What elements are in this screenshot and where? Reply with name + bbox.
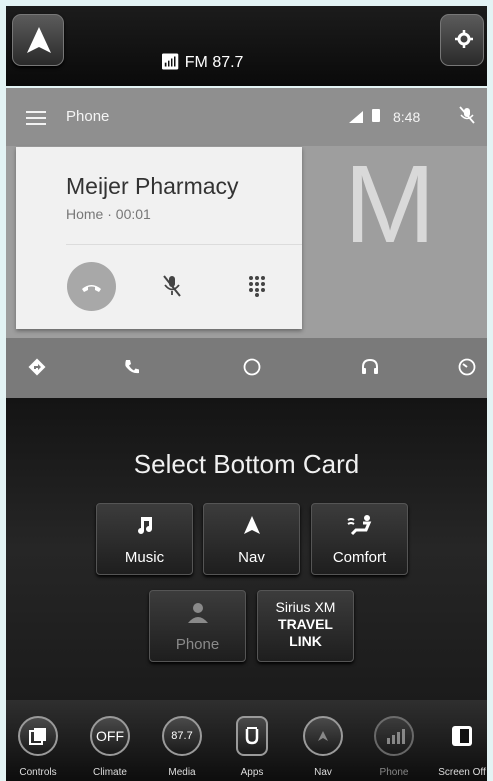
- hang-up-button[interactable]: [67, 262, 116, 311]
- sirius-xm-travel-link-button[interactable]: Sirius XM TRAVEL LINK: [257, 590, 354, 662]
- apps-dock-button[interactable]: Apps: [222, 712, 282, 781]
- apps-dock-label: Apps: [240, 767, 264, 778]
- contact-avatar-letter: M: [344, 143, 436, 266]
- nav-card-label: Nav: [238, 549, 265, 566]
- phone-signal-icon: [374, 716, 414, 756]
- comfort-card-button[interactable]: Comfort: [311, 503, 408, 575]
- phone-icon[interactable]: [117, 352, 147, 382]
- apps-icon: [236, 716, 268, 756]
- gear-icon: [455, 30, 473, 48]
- media-icon: 87.7: [162, 716, 202, 756]
- controls-dock-button[interactable]: Controls: [8, 712, 68, 781]
- music-card-label: Music: [124, 549, 165, 566]
- controls-dock-label: Controls: [19, 767, 57, 778]
- music-note-icon: [97, 514, 192, 536]
- mute-button[interactable]: [162, 274, 182, 298]
- call-info: Home · 00:01: [66, 206, 151, 222]
- media-dock-button[interactable]: 87.7 Media: [152, 712, 212, 781]
- clock: 8:48: [393, 109, 421, 125]
- nav-dock-label: Nav: [314, 767, 332, 778]
- navigation-arrow-icon: [204, 514, 299, 536]
- nav-dock-button[interactable]: Nav: [293, 712, 353, 781]
- sirius-line-3: LINK: [289, 633, 322, 649]
- screen-off-icon: [442, 716, 482, 756]
- sirius-line-1: Sirius XM: [275, 599, 336, 615]
- settings-button[interactable]: [440, 14, 484, 66]
- select-bottom-card-title: Select Bottom Card: [133, 449, 360, 479]
- phone-card-label: Phone: [175, 636, 220, 653]
- radio-status[interactable]: 📶︎ FM 87.7: [160, 52, 243, 72]
- mic-off-icon[interactable]: [459, 106, 475, 124]
- phone-card-button[interactable]: Phone: [149, 590, 246, 662]
- climate-dock-button[interactable]: OFF Climate: [80, 712, 140, 781]
- card-divider: [66, 244, 302, 245]
- dashboard-icon[interactable]: [452, 352, 482, 382]
- arrow-up-icon: [27, 27, 51, 53]
- sirius-line-2: TRAVEL: [278, 616, 333, 632]
- screen-off-dock-label: Screen Off: [438, 767, 486, 778]
- comfort-card-label: Comfort: [332, 549, 387, 566]
- app-title: Phone: [66, 108, 110, 125]
- media-dock-label: Media: [168, 767, 196, 778]
- navigation-icon[interactable]: [22, 352, 52, 382]
- caller-name: Meijer Pharmacy: [66, 173, 239, 199]
- screen-off-dock-button[interactable]: Screen Off: [432, 712, 492, 781]
- home-button[interactable]: [12, 14, 64, 66]
- cell-signal-icon: [349, 111, 363, 123]
- radio-station-label: FM 87.7: [184, 54, 244, 71]
- climate-dock-label: Climate: [93, 767, 127, 778]
- comfort-icon: [312, 514, 407, 536]
- hang-up-icon: [82, 285, 101, 292]
- nav-icon: [303, 716, 343, 756]
- person-icon: [150, 601, 245, 625]
- top-status-bar: [6, 6, 487, 86]
- climate-off-icon: OFF: [90, 716, 130, 756]
- battery-icon: [372, 109, 380, 122]
- controls-icon: [18, 716, 58, 756]
- phone-dock-button[interactable]: Phone: [364, 712, 424, 781]
- radio-signal-icon: 📶︎: [160, 54, 181, 71]
- nav-card-button[interactable]: Nav: [203, 503, 300, 575]
- phone-dock-label: Phone: [379, 767, 409, 778]
- home-circle-icon[interactable]: [237, 352, 267, 382]
- menu-icon[interactable]: [26, 111, 46, 125]
- dialpad-button[interactable]: [248, 275, 266, 297]
- headphones-icon[interactable]: [355, 352, 385, 382]
- music-card-button[interactable]: Music: [96, 503, 193, 575]
